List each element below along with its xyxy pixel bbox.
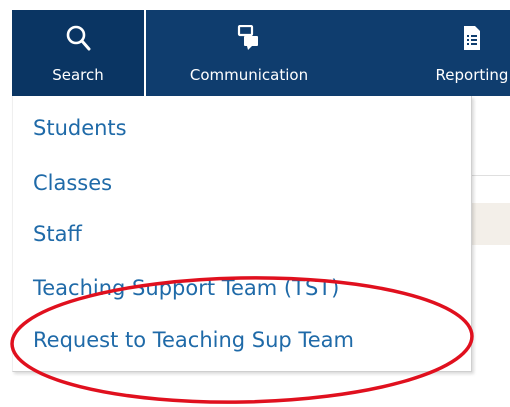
nav-communication-label: Communication bbox=[189, 66, 309, 84]
menu-item-request-teaching-sup-team[interactable]: Request to Teaching Sup Team bbox=[33, 328, 354, 352]
menu-item-students[interactable]: Students bbox=[33, 116, 127, 140]
background-divider bbox=[472, 175, 510, 176]
nav-reporting-label: Reporting bbox=[435, 66, 509, 84]
nav-communication-button[interactable]: Communication bbox=[146, 10, 352, 96]
chat-bubbles-icon bbox=[237, 24, 261, 52]
search-icon bbox=[65, 24, 91, 52]
search-dropdown-menu: Students Classes Staff Teaching Support … bbox=[12, 96, 472, 372]
background-panel bbox=[472, 203, 510, 245]
report-document-icon bbox=[461, 24, 483, 52]
nav-reporting-button[interactable]: Reporting bbox=[412, 10, 510, 96]
top-navigation-bar: Search Communication Reporting bbox=[12, 10, 510, 96]
menu-item-classes[interactable]: Classes bbox=[33, 171, 112, 195]
nav-search-label: Search bbox=[52, 66, 104, 84]
menu-item-staff[interactable]: Staff bbox=[33, 222, 82, 246]
menu-item-teaching-support-team[interactable]: Teaching Support Team (TST) bbox=[33, 276, 339, 300]
nav-search-button[interactable]: Search bbox=[12, 10, 144, 96]
